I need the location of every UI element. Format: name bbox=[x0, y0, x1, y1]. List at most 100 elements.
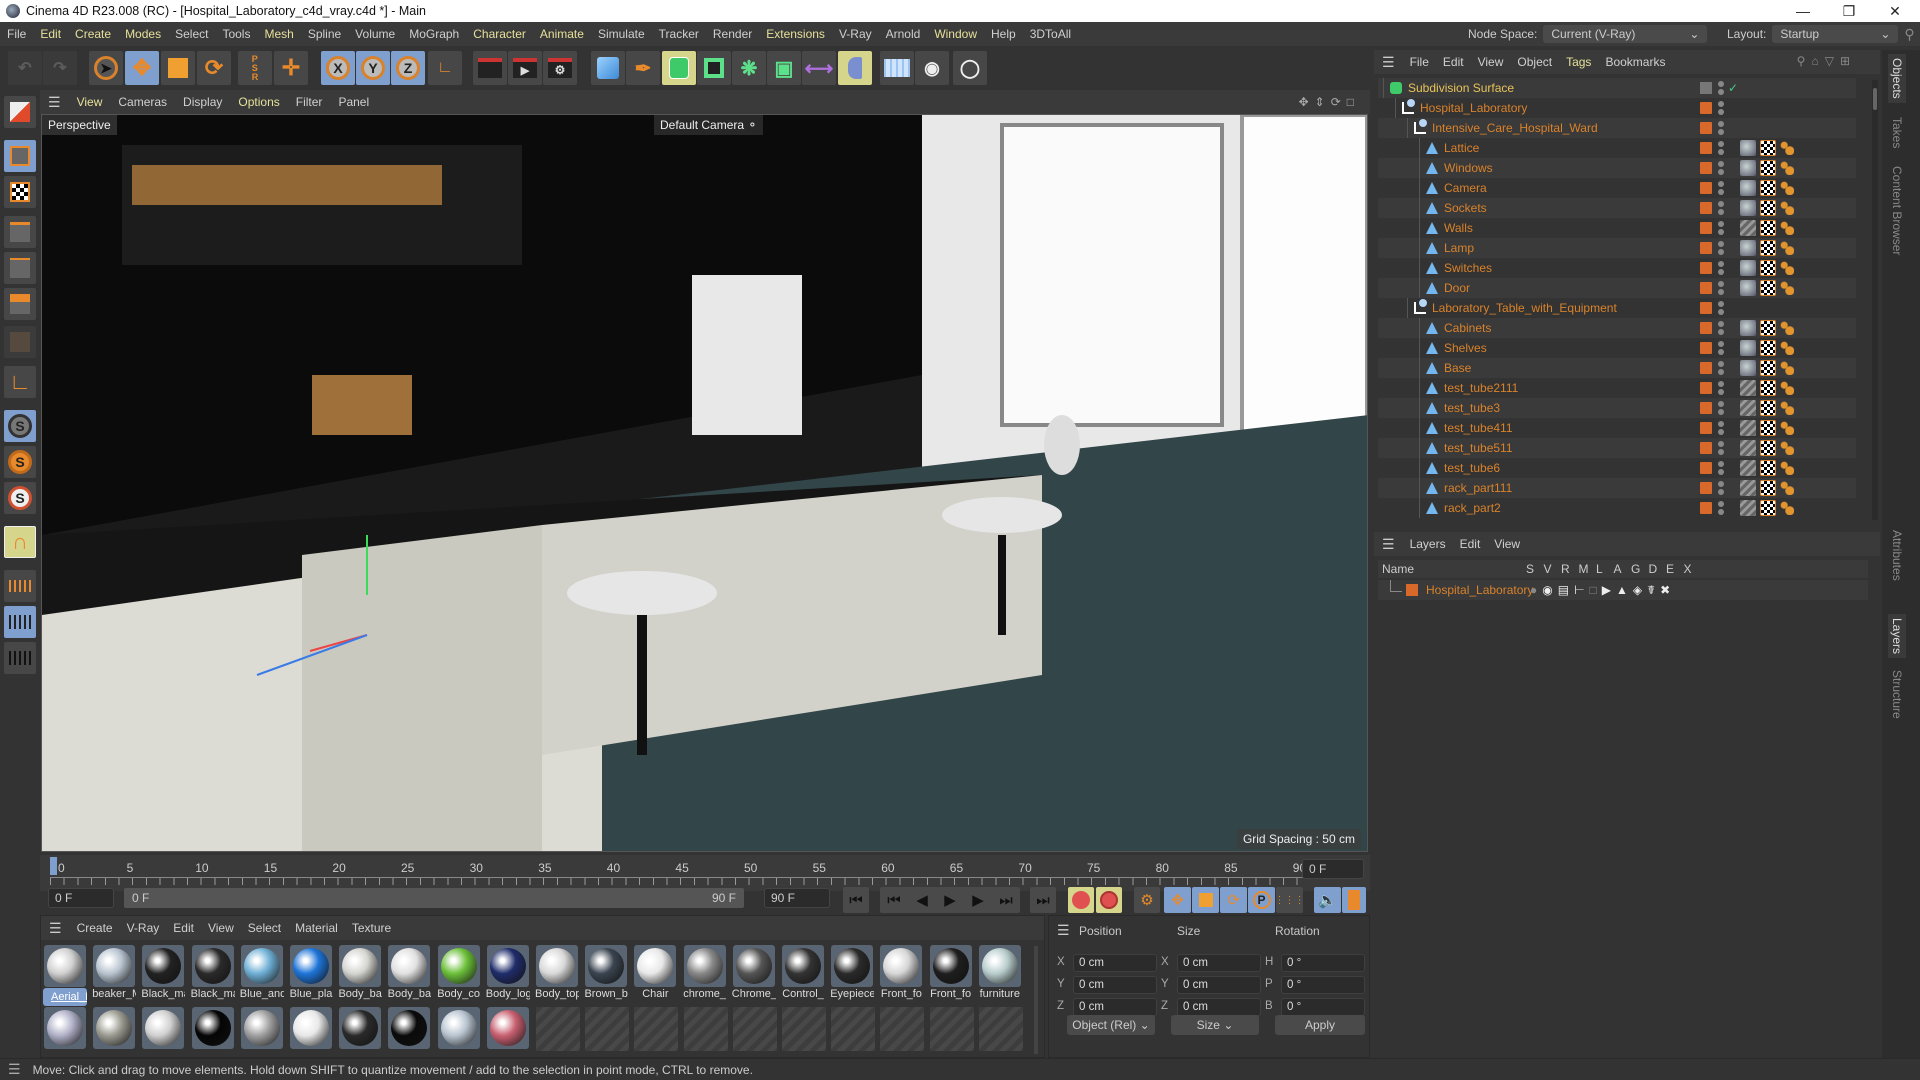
home-icon[interactable]: ⌂ bbox=[1811, 54, 1824, 68]
scrollbar-thumb[interactable] bbox=[1873, 88, 1877, 110]
phong-tag-icon[interactable] bbox=[1780, 481, 1794, 495]
object-row[interactable]: Subdivision Surface ✓ bbox=[1378, 78, 1856, 98]
material-swatch[interactable] bbox=[437, 1006, 481, 1066]
uvw-tag-icon[interactable] bbox=[1760, 320, 1776, 336]
uvw-tag-icon[interactable] bbox=[1760, 360, 1776, 376]
visibility-dots[interactable] bbox=[1718, 141, 1724, 155]
material-tag-icon[interactable] bbox=[1740, 220, 1756, 236]
hamburger-icon[interactable]: ☰ bbox=[0, 1061, 33, 1078]
rotation-x-field[interactable]: 0 ° bbox=[1281, 954, 1365, 972]
material-swatch[interactable] bbox=[240, 1006, 284, 1066]
phong-tag-icon[interactable] bbox=[1780, 361, 1794, 375]
snap-button[interactable]: ∩ bbox=[4, 526, 36, 558]
side-tab-layers[interactable]: Layers bbox=[1888, 614, 1906, 659]
layer-color-swatch[interactable] bbox=[1700, 382, 1712, 394]
3d-viewport[interactable]: Perspective Default Camera ⚬ Grid Spacin… bbox=[41, 114, 1368, 852]
phong-tag-icon[interactable] bbox=[1780, 321, 1794, 335]
solo-button[interactable]: S bbox=[4, 410, 36, 442]
camera-button[interactable]: ◉ bbox=[915, 51, 949, 85]
film-button[interactable] bbox=[1342, 887, 1366, 913]
visibility-dots[interactable] bbox=[1718, 321, 1724, 335]
restore-icon[interactable]: ❐ bbox=[1826, 0, 1872, 22]
material-menu-select[interactable]: Select bbox=[241, 921, 288, 935]
material-tag-icon[interactable] bbox=[1740, 480, 1756, 496]
rotation-y-field[interactable]: 0 ° bbox=[1281, 976, 1365, 994]
object-row[interactable]: Camera bbox=[1378, 178, 1856, 198]
filter-icon[interactable]: ▽ bbox=[1825, 54, 1840, 68]
object-row[interactable]: Base bbox=[1378, 358, 1856, 378]
subdivision-surface-button[interactable] bbox=[662, 51, 696, 85]
visibility-dots[interactable] bbox=[1718, 161, 1724, 175]
visibility-dots[interactable] bbox=[1718, 301, 1724, 315]
side-tab-attributes[interactable]: Attributes bbox=[1890, 530, 1904, 581]
material-swatch[interactable]: Body_co bbox=[437, 944, 481, 1004]
current-frame-field[interactable]: 0 F bbox=[1302, 859, 1364, 879]
hamburger-icon[interactable]: ☰ bbox=[1374, 536, 1403, 553]
viewport-menu-view[interactable]: View bbox=[69, 95, 111, 109]
object-row[interactable]: Hospital_Laboratory bbox=[1378, 98, 1856, 118]
minimize-icon[interactable]: — bbox=[1780, 0, 1826, 22]
render-settings-button[interactable]: ⚙ bbox=[543, 51, 577, 85]
layer-row[interactable]: Hospital_Laboratory ●◉▤⊢□▶▲◈☤✖ bbox=[1378, 580, 1868, 600]
material-tag-icon[interactable] bbox=[1740, 320, 1756, 336]
keyframe-selection-button[interactable]: ⚙ bbox=[1134, 887, 1160, 913]
maximize-viewport-icon[interactable]: □ bbox=[1347, 95, 1360, 109]
material-tag-icon[interactable] bbox=[1740, 200, 1756, 216]
object-row[interactable]: test_tube2111 bbox=[1378, 378, 1856, 398]
material-tag-icon[interactable] bbox=[1740, 180, 1756, 196]
sound-button[interactable]: 🔈 bbox=[1314, 887, 1341, 913]
phong-tag-icon[interactable] bbox=[1780, 461, 1794, 475]
material-tag-icon[interactable] bbox=[1740, 260, 1756, 276]
material-swatch[interactable]: Front_fo bbox=[929, 944, 973, 1004]
menu-edit[interactable]: Edit bbox=[33, 27, 68, 41]
lock-icon[interactable]: □ bbox=[1590, 583, 1602, 597]
close-icon[interactable]: ✕ bbox=[1872, 0, 1918, 22]
end-frame-field[interactable]: 90 F bbox=[764, 888, 830, 908]
visibility-dots[interactable] bbox=[1718, 381, 1724, 395]
visibility-dots[interactable] bbox=[1718, 361, 1724, 375]
layer-column-name[interactable]: Name bbox=[1382, 562, 1414, 576]
object-row[interactable]: Cabinets bbox=[1378, 318, 1856, 338]
phong-tag-icon[interactable] bbox=[1780, 281, 1794, 295]
hamburger-icon[interactable]: ☰ bbox=[40, 94, 69, 111]
bend-button[interactable] bbox=[838, 51, 872, 85]
material-swatch[interactable] bbox=[289, 1006, 333, 1066]
om-menu-edit[interactable]: Edit bbox=[1436, 55, 1471, 69]
enabled-check-icon[interactable]: ✓ bbox=[1728, 81, 1738, 95]
size-z-field[interactable]: 0 cm bbox=[1177, 998, 1261, 1016]
visibility-dots[interactable] bbox=[1718, 281, 1724, 295]
material-menu-view[interactable]: View bbox=[201, 921, 241, 935]
layer-color-swatch[interactable] bbox=[1700, 222, 1712, 234]
uvw-tag-icon[interactable] bbox=[1760, 460, 1776, 476]
light-button[interactable]: ◯ bbox=[953, 51, 987, 85]
object-row[interactable]: Shelves bbox=[1378, 338, 1856, 358]
material-tag-icon[interactable] bbox=[1740, 160, 1756, 176]
material-tag-icon[interactable] bbox=[1740, 360, 1756, 376]
uv-mode-button[interactable] bbox=[4, 326, 36, 358]
phong-tag-icon[interactable] bbox=[1780, 201, 1794, 215]
object-row[interactable]: test_tube3 bbox=[1378, 398, 1856, 418]
manager-icon[interactable]: ⊢ bbox=[1574, 583, 1589, 597]
uvw-tag-icon[interactable] bbox=[1760, 400, 1776, 416]
layout-select[interactable]: Startup ⌄ bbox=[1772, 25, 1899, 43]
object-row[interactable]: Windows bbox=[1378, 158, 1856, 178]
layer-color-swatch[interactable] bbox=[1700, 162, 1712, 174]
layer-color-swatch[interactable] bbox=[1700, 262, 1712, 274]
menu-v-ray[interactable]: V-Ray bbox=[832, 27, 879, 41]
next-frame-icon[interactable]: ▶ bbox=[964, 891, 992, 909]
undo-button[interactable]: ↶ bbox=[8, 51, 42, 85]
uvw-tag-icon[interactable] bbox=[1760, 140, 1776, 156]
layer-color-swatch[interactable] bbox=[1700, 322, 1712, 334]
orbit-icon[interactable]: ⟳ bbox=[1331, 95, 1347, 109]
edges-mode-button[interactable] bbox=[4, 252, 36, 284]
start-frame-field[interactable]: 0 F bbox=[48, 888, 114, 908]
z-axis-button[interactable]: Z bbox=[391, 51, 425, 85]
visibility-dots[interactable] bbox=[1718, 341, 1724, 355]
layer-color-swatch[interactable] bbox=[1700, 462, 1712, 474]
object-row[interactable]: test_tube411 bbox=[1378, 418, 1856, 438]
object-row[interactable]: rack_part2 bbox=[1378, 498, 1856, 518]
viewport-menu-filter[interactable]: Filter bbox=[288, 95, 331, 109]
material-swatch[interactable] bbox=[486, 1006, 530, 1066]
menu-modes[interactable]: Modes bbox=[118, 27, 168, 41]
phong-tag-icon[interactable] bbox=[1780, 241, 1794, 255]
